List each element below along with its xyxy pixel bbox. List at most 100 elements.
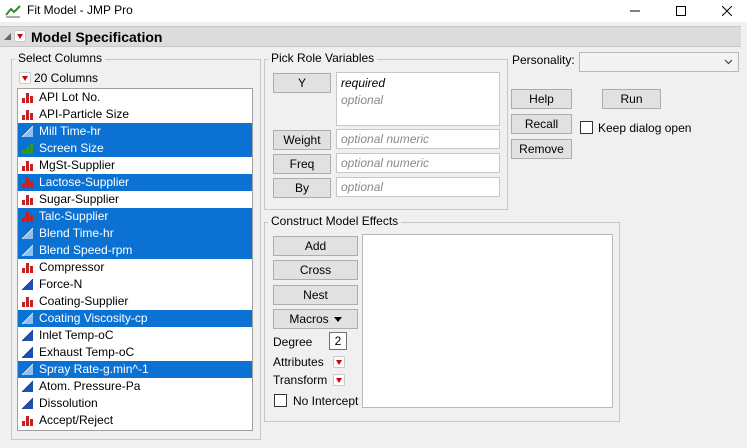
column-item[interactable]: Dissolution bbox=[18, 395, 252, 412]
column-item[interactable]: API Lot No. bbox=[18, 89, 252, 106]
attributes-menu-icon[interactable] bbox=[333, 356, 345, 368]
column-item-label: Compressor bbox=[39, 260, 105, 274]
nominal-icon bbox=[21, 261, 34, 274]
minimize-button[interactable] bbox=[612, 0, 658, 22]
model-spec-menu-icon[interactable] bbox=[14, 30, 26, 42]
column-item-label: Sugar-Supplier bbox=[39, 192, 120, 206]
column-item-label: Talc-Supplier bbox=[39, 209, 109, 223]
column-item[interactable]: API-Particle Size bbox=[18, 106, 252, 123]
macros-dropdown-icon bbox=[333, 316, 342, 322]
column-item[interactable]: Accept/Reject bbox=[18, 412, 252, 429]
column-item[interactable]: Exhaust Temp-oC bbox=[18, 344, 252, 361]
column-item[interactable]: Coating Viscosity-cp bbox=[18, 310, 252, 327]
column-item-label: Blend Time-hr bbox=[39, 226, 114, 240]
continuous-icon bbox=[21, 278, 34, 291]
continuous-icon bbox=[21, 125, 34, 138]
column-item[interactable]: Atom. Pressure-Pa bbox=[18, 378, 252, 395]
column-item-label: Dissolution bbox=[39, 396, 98, 410]
column-item-label: Lactose-Supplier bbox=[39, 175, 130, 189]
ordinal-icon bbox=[21, 142, 34, 155]
keep-dialog-open-checkbox[interactable] bbox=[580, 121, 593, 134]
column-item[interactable]: MgSt-Supplier bbox=[18, 157, 252, 174]
column-item-label: API Lot No. bbox=[39, 90, 101, 104]
maximize-icon bbox=[676, 6, 686, 16]
column-item[interactable]: Blend Time-hr bbox=[18, 225, 252, 242]
column-item[interactable]: Compressor bbox=[18, 259, 252, 276]
continuous-icon bbox=[21, 227, 34, 240]
freq-field[interactable]: optional numeric bbox=[336, 153, 500, 173]
freq-role-button[interactable]: Freq bbox=[273, 154, 331, 174]
continuous-icon bbox=[21, 329, 34, 342]
column-item-label: Coating Viscosity-cp bbox=[39, 311, 148, 325]
column-item[interactable]: Spray Rate-g.min^-1 bbox=[18, 361, 252, 378]
collapse-triangle-icon[interactable] bbox=[3, 32, 12, 41]
transform-menu-icon[interactable] bbox=[333, 374, 345, 386]
maximize-button[interactable] bbox=[658, 0, 704, 22]
column-item-label: Force-N bbox=[39, 277, 83, 291]
column-item-label: Coating-Supplier bbox=[39, 294, 129, 308]
column-item-label: Blend Speed-rpm bbox=[39, 243, 133, 257]
nest-button[interactable]: Nest bbox=[273, 285, 358, 305]
y-role-button[interactable]: Y bbox=[273, 73, 331, 93]
close-icon bbox=[722, 6, 732, 16]
column-item-label: Mill Time-hr bbox=[39, 124, 101, 138]
column-list[interactable]: API Lot No. API-Particle Size Mill Time-hr… bbox=[17, 88, 253, 431]
y-role-list[interactable]: required optional bbox=[336, 72, 500, 126]
nominal-icon bbox=[21, 176, 34, 189]
column-item[interactable]: Force-N bbox=[18, 276, 252, 293]
macros-label: Macros bbox=[289, 312, 329, 326]
keep-dialog-open-label: Keep dialog open bbox=[598, 121, 692, 135]
add-button[interactable]: Add bbox=[273, 236, 358, 256]
nominal-icon bbox=[21, 414, 34, 427]
cross-button[interactable]: Cross bbox=[273, 260, 358, 280]
column-item[interactable]: Sugar-Supplier bbox=[18, 191, 252, 208]
column-item-label: API-Particle Size bbox=[39, 107, 130, 121]
nominal-icon bbox=[21, 91, 34, 104]
column-item[interactable]: Talc-Supplier bbox=[18, 208, 252, 225]
close-button[interactable] bbox=[704, 0, 747, 22]
chevron-down-icon bbox=[724, 59, 733, 65]
macros-button[interactable]: Macros bbox=[273, 309, 358, 329]
column-item[interactable]: Mill Time-hr bbox=[18, 123, 252, 140]
no-intercept-checkbox[interactable] bbox=[274, 394, 287, 407]
jmp-app-icon bbox=[5, 5, 21, 18]
nominal-icon bbox=[21, 210, 34, 223]
nominal-icon bbox=[21, 193, 34, 206]
transform-label: Transform bbox=[273, 373, 328, 387]
model-specification-header: Model Specification bbox=[0, 26, 741, 47]
select-columns-label: Select Columns bbox=[15, 51, 106, 65]
attributes-label: Attributes bbox=[273, 355, 324, 369]
recall-button[interactable]: Recall bbox=[511, 114, 572, 134]
nominal-icon bbox=[21, 159, 34, 172]
remove-button[interactable]: Remove bbox=[511, 139, 572, 159]
continuous-icon bbox=[21, 363, 34, 376]
construct-model-label: Construct Model Effects bbox=[268, 214, 402, 228]
continuous-icon bbox=[21, 312, 34, 325]
column-item-label: Spray Rate-g.min^-1 bbox=[39, 362, 149, 376]
column-item[interactable]: Inlet Temp-oC bbox=[18, 327, 252, 344]
personality-dropdown[interactable] bbox=[579, 52, 739, 72]
degree-input[interactable]: 2 bbox=[329, 332, 347, 350]
column-item[interactable]: Blend Speed-rpm bbox=[18, 242, 252, 259]
window-title: Fit Model - JMP Pro bbox=[27, 3, 133, 17]
y-required-text: required bbox=[341, 76, 386, 90]
column-item[interactable]: Coating-Supplier bbox=[18, 293, 252, 310]
personality-label: Personality: bbox=[512, 53, 575, 67]
pick-role-label: Pick Role Variables bbox=[268, 51, 378, 65]
by-field[interactable]: optional bbox=[336, 177, 500, 197]
column-item[interactable]: Screen Size bbox=[18, 140, 252, 157]
by-role-button[interactable]: By bbox=[273, 178, 331, 198]
model-effects-list[interactable] bbox=[362, 234, 613, 408]
weight-field[interactable]: optional numeric bbox=[336, 129, 500, 149]
columns-menu-icon[interactable] bbox=[19, 72, 31, 84]
title-bar: Fit Model - JMP Pro bbox=[0, 0, 747, 22]
continuous-icon bbox=[21, 244, 34, 257]
column-item-label: Accept/Reject bbox=[39, 413, 114, 427]
run-button[interactable]: Run bbox=[602, 89, 661, 109]
column-item[interactable]: Lactose-Supplier bbox=[18, 174, 252, 191]
degree-label: Degree bbox=[273, 335, 313, 349]
y-optional-text: optional bbox=[341, 93, 384, 107]
help-button[interactable]: Help bbox=[511, 89, 572, 109]
continuous-icon bbox=[21, 380, 34, 393]
weight-role-button[interactable]: Weight bbox=[273, 130, 331, 150]
